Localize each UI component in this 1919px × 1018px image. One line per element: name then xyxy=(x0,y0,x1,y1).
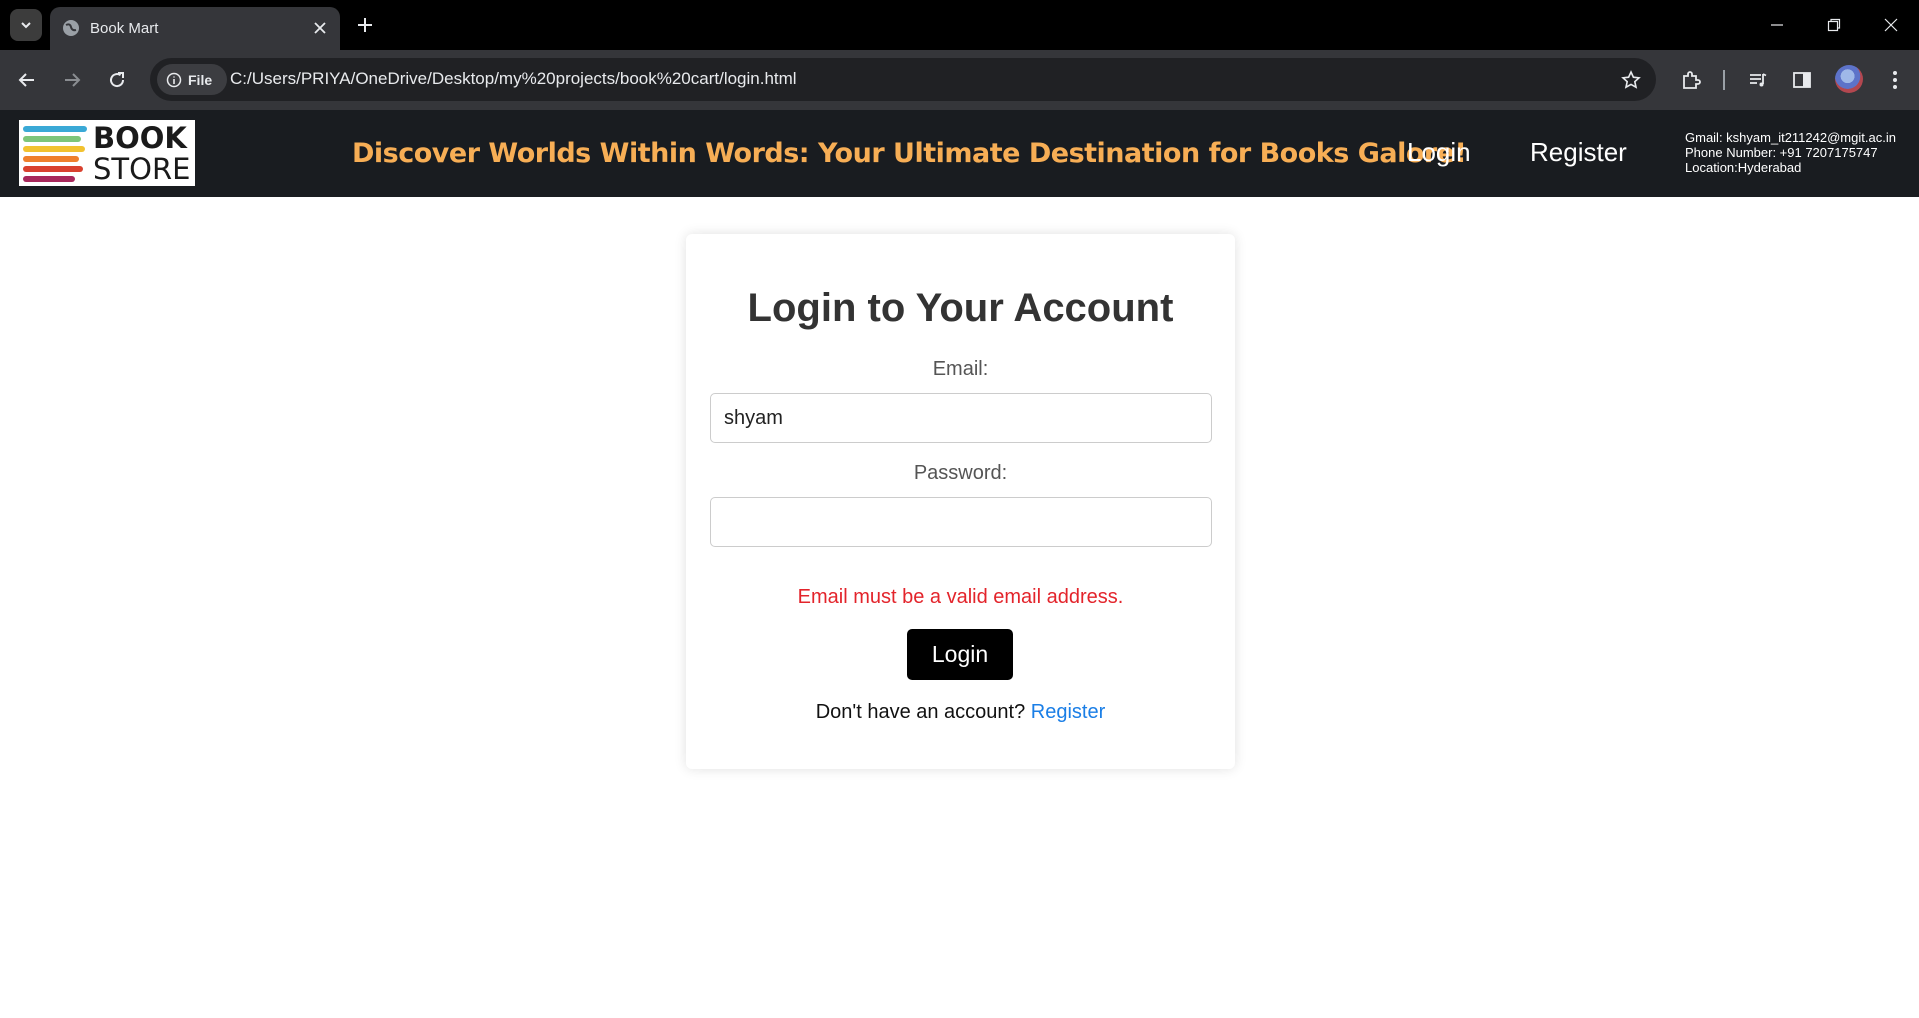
tab-title: Book Mart xyxy=(90,20,159,37)
logo-stripe xyxy=(23,126,87,132)
nav-login-link[interactable]: Login xyxy=(1407,137,1471,168)
address-bar[interactable]: File C:/Users/PRIYA/OneDrive/Desktop/my%… xyxy=(150,58,1656,101)
restore-button[interactable] xyxy=(1819,10,1849,40)
browser-toolbar: File C:/Users/PRIYA/OneDrive/Desktop/my%… xyxy=(0,50,1919,110)
browser-menu-button[interactable] xyxy=(1880,65,1910,95)
logo-stripe xyxy=(23,156,79,162)
site-header: BOOK STORE Discover Worlds Within Words:… xyxy=(0,110,1919,197)
signup-prompt: Don't have an account? Register xyxy=(686,701,1235,724)
login-title: Login to Your Account xyxy=(747,286,1174,330)
new-tab-button[interactable] xyxy=(352,12,378,38)
bookmark-button[interactable] xyxy=(1618,67,1644,93)
contact-gmail: Gmail: kshyam_it211242@mgit.ac.in xyxy=(1685,130,1896,145)
media-icon xyxy=(1750,73,1767,87)
browser-tab-bar: Book Mart xyxy=(0,0,1919,50)
tab-search-button[interactable] xyxy=(10,9,42,41)
nav-register-link[interactable]: Register xyxy=(1530,137,1627,168)
logo-stripe xyxy=(23,176,75,182)
back-icon xyxy=(18,73,34,87)
contact-info: Gmail: kshyam_it211242@mgit.ac.in Phone … xyxy=(1685,130,1896,175)
contact-phone: Phone Number: +91 7207175747 xyxy=(1685,145,1878,160)
register-link[interactable]: Register xyxy=(1031,701,1105,723)
restore-icon xyxy=(1827,18,1841,32)
browser-tab[interactable]: Book Mart xyxy=(50,7,340,50)
email-label: Email: xyxy=(932,358,989,380)
site-tagline: Discover Worlds Within Words: Your Ultim… xyxy=(352,138,1467,169)
site-chip-label: File xyxy=(188,71,213,88)
minimize-button[interactable] xyxy=(1762,10,1792,40)
signup-prompt-text: Don't have an account? xyxy=(815,701,1026,723)
reload-icon xyxy=(110,72,125,88)
extensions-icon xyxy=(1683,71,1701,89)
star-icon xyxy=(1621,70,1641,89)
email-field[interactable] xyxy=(710,393,1212,443)
forward-icon xyxy=(65,73,81,87)
chevron-down-icon xyxy=(21,22,31,29)
site-info-chip[interactable]: File xyxy=(157,64,227,95)
login-button[interactable]: Login xyxy=(907,629,1013,680)
sidepanel-icon xyxy=(1793,72,1811,88)
media-control-button[interactable] xyxy=(1743,65,1773,95)
forward-button[interactable] xyxy=(57,65,87,95)
login-card: Login to Your Account Email: Password: E… xyxy=(686,234,1235,769)
toolbar-divider xyxy=(1723,70,1725,90)
email-error-message: Email must be a valid email address. xyxy=(797,586,1124,608)
menu-icon xyxy=(1893,71,1897,89)
close-window-button[interactable] xyxy=(1876,10,1906,40)
extensions-button[interactable] xyxy=(1676,65,1706,95)
side-panel-button[interactable] xyxy=(1787,65,1817,95)
password-label: Password: xyxy=(913,462,1008,484)
logo-text-store: STORE xyxy=(93,152,191,186)
info-icon xyxy=(166,72,182,87)
globe-icon xyxy=(63,20,79,36)
back-button[interactable] xyxy=(12,65,42,95)
password-field[interactable] xyxy=(710,497,1212,547)
contact-location: Location:Hyderabad xyxy=(1685,160,1802,175)
close-icon xyxy=(1884,18,1898,32)
logo-stripe xyxy=(23,136,81,142)
close-tab-button[interactable] xyxy=(310,18,330,38)
logo-stripe xyxy=(23,166,83,172)
close-icon xyxy=(314,22,326,34)
minimize-icon xyxy=(1771,24,1783,26)
url-text[interactable]: C:/Users/PRIYA/OneDrive/Desktop/my%20pro… xyxy=(230,69,797,89)
bookstore-logo[interactable]: BOOK STORE xyxy=(19,120,195,186)
reload-button[interactable] xyxy=(102,65,132,95)
logo-text-book: BOOK xyxy=(93,121,187,155)
plus-icon xyxy=(358,18,372,32)
logo-stripe xyxy=(23,146,85,152)
profile-avatar[interactable] xyxy=(1835,65,1863,93)
